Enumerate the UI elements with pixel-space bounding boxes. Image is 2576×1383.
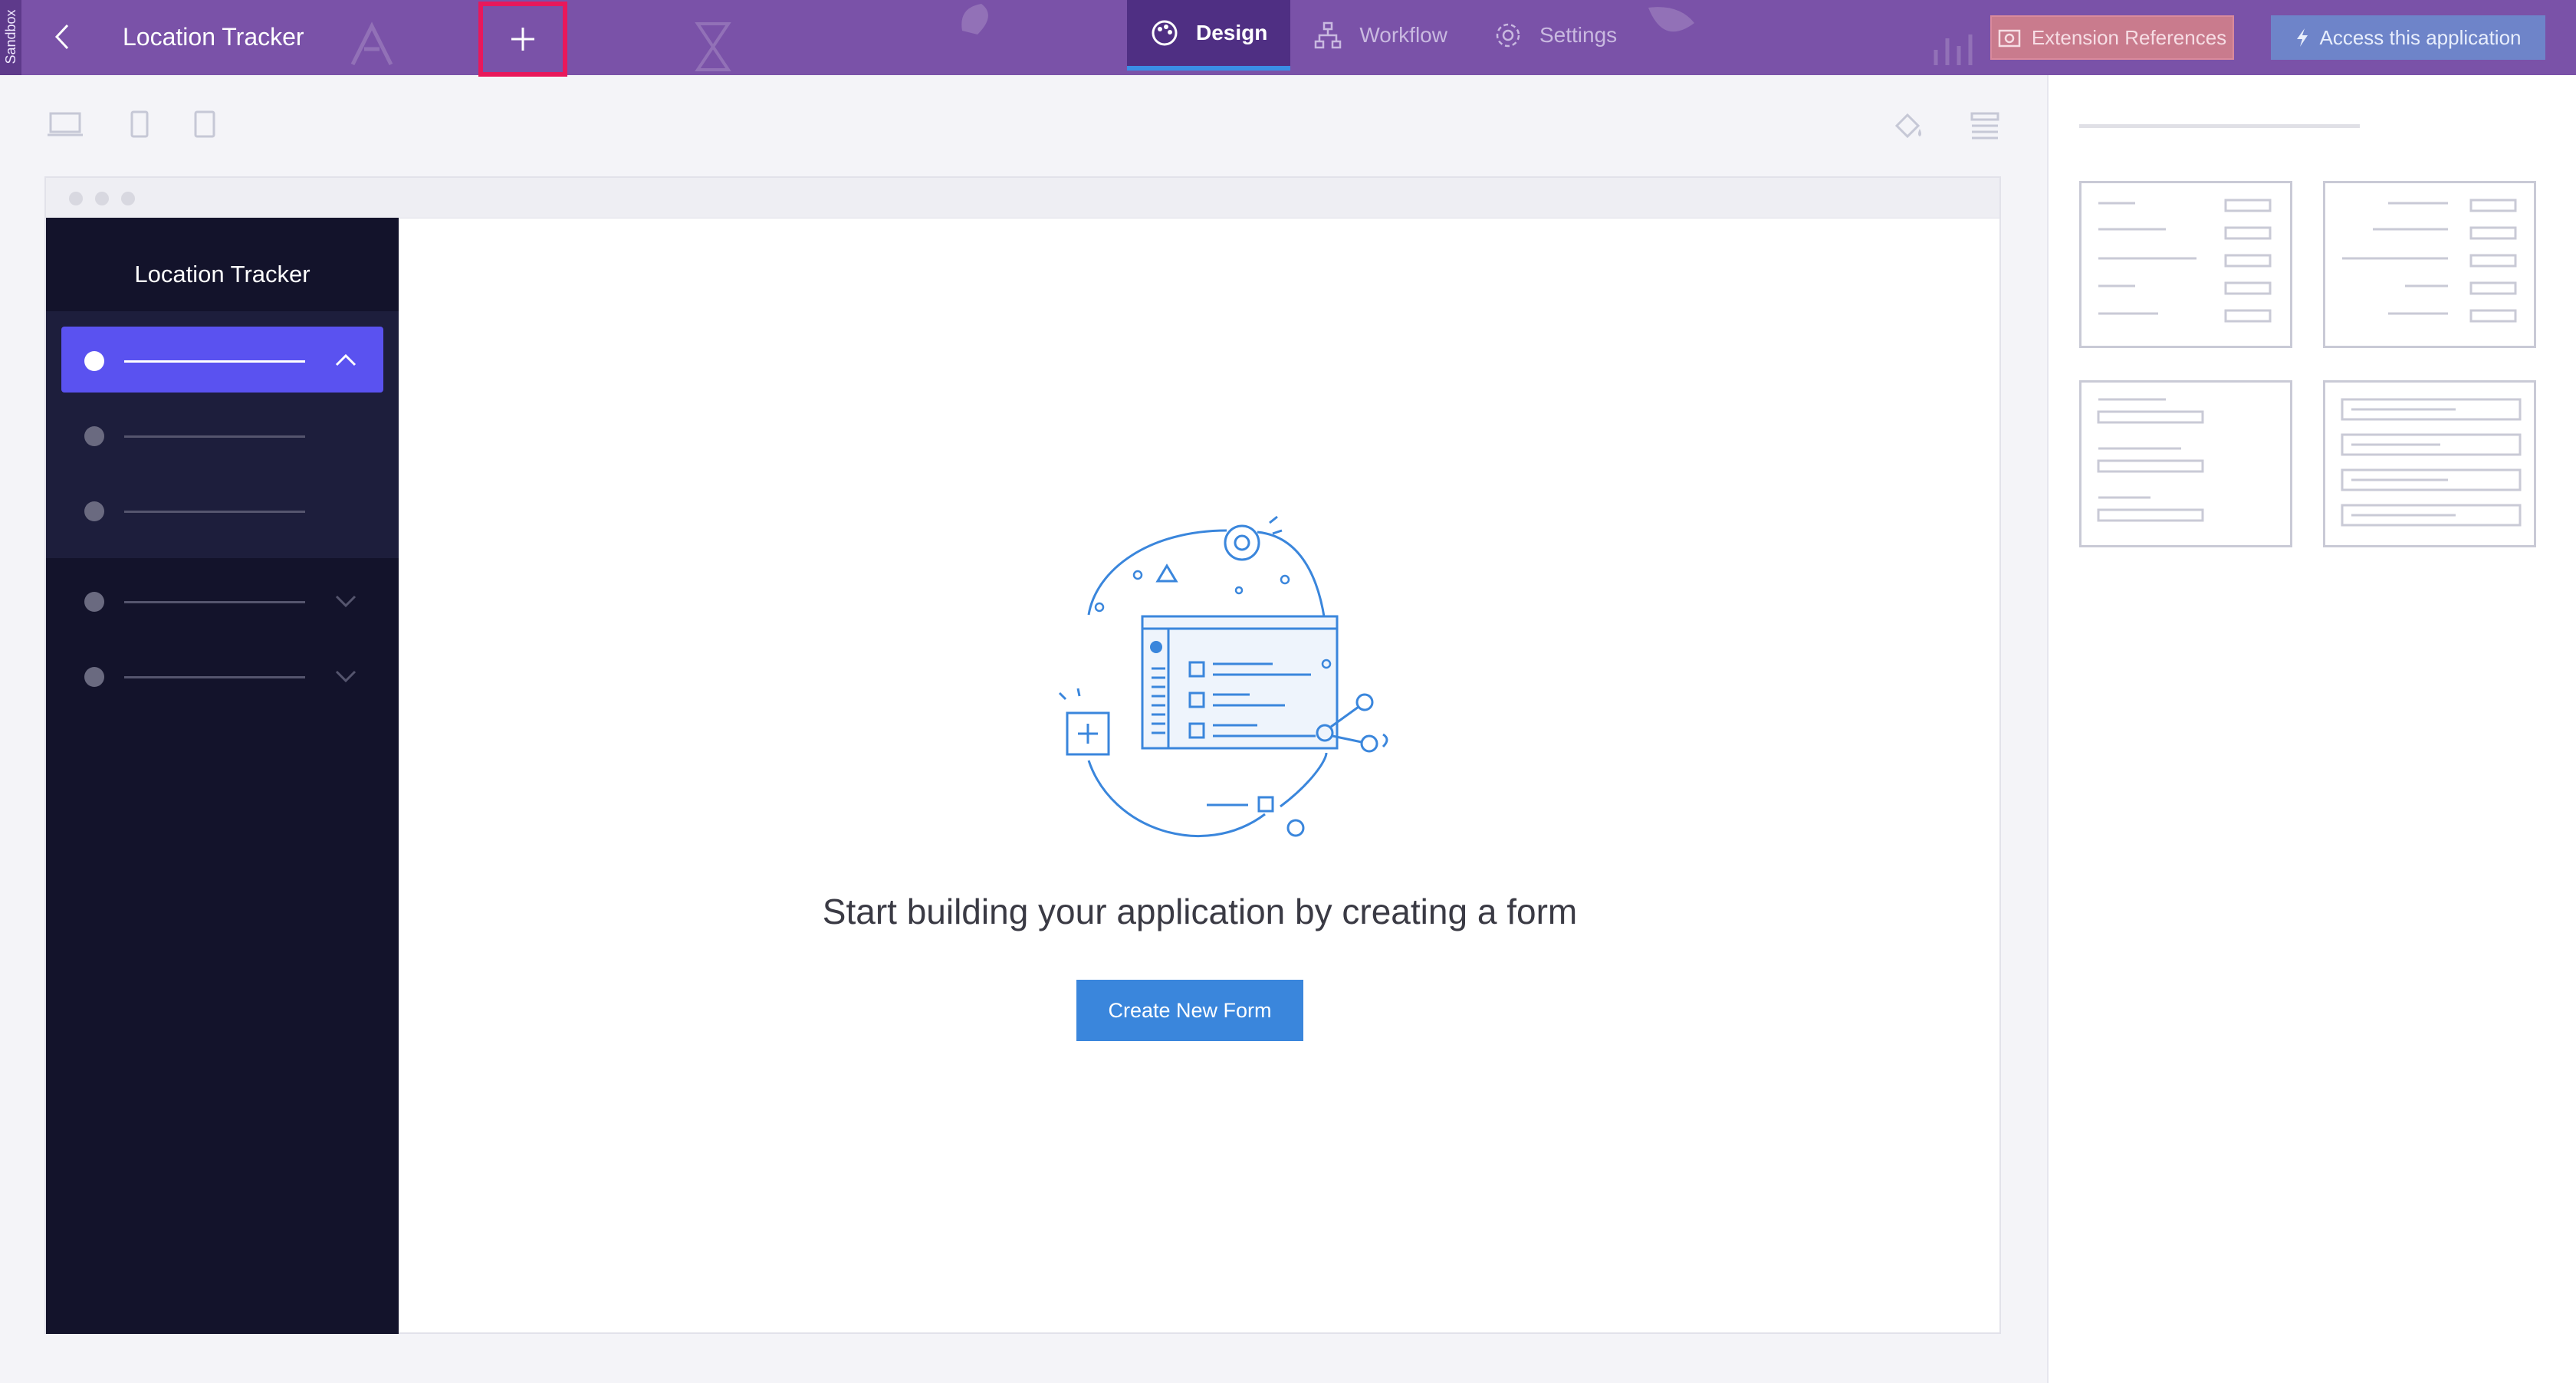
nav-placeholder-line bbox=[124, 601, 305, 603]
tab-workflow[interactable]: Workflow bbox=[1290, 0, 1470, 71]
layout-preview-thumbnail bbox=[2097, 398, 2204, 522]
palette-icon bbox=[1152, 20, 1178, 46]
create-new-form-button[interactable]: Create New Form bbox=[1076, 980, 1303, 1041]
extension-icon bbox=[1998, 29, 2021, 48]
nav-subitem[interactable] bbox=[61, 477, 383, 543]
gear-icon bbox=[1496, 23, 1520, 48]
panel-heading-placeholder bbox=[2079, 124, 2360, 128]
back-button[interactable] bbox=[46, 17, 78, 57]
extension-references-label: Extension References bbox=[2031, 25, 2227, 49]
decorative-shovel-icon bbox=[961, 4, 988, 34]
app-title: Location Tracker bbox=[123, 23, 304, 51]
nav-item[interactable] bbox=[61, 567, 383, 633]
app-preview-window: Location Tracker Start building your app… bbox=[44, 176, 2001, 1334]
chevron-down-icon bbox=[335, 595, 356, 608]
mobile-icon[interactable] bbox=[192, 109, 218, 140]
nav-bullet bbox=[84, 351, 104, 371]
lightning-icon bbox=[2297, 28, 2308, 47]
chevron-down-icon bbox=[335, 670, 356, 683]
tab-settings-label: Settings bbox=[1539, 23, 1618, 47]
layout-option-left-labels[interactable] bbox=[2079, 181, 2292, 348]
window-dot bbox=[69, 192, 83, 205]
main-tabs: Design Workflow Settings bbox=[1127, 0, 1640, 71]
layout-settings-icon[interactable] bbox=[1967, 109, 2003, 144]
chevron-up-icon bbox=[335, 353, 356, 366]
nav-bullet bbox=[84, 501, 104, 521]
preview-sidebar-title: Location Tracker bbox=[134, 261, 310, 287]
workflow-icon bbox=[1315, 21, 1342, 49]
empty-state-illustration bbox=[1058, 515, 1388, 838]
window-chrome bbox=[46, 178, 1999, 218]
tab-workflow-label: Workflow bbox=[1359, 23, 1447, 47]
nav-item-active[interactable] bbox=[61, 327, 383, 393]
layout-panel bbox=[2047, 75, 2576, 1383]
nav-bullet bbox=[84, 426, 104, 446]
sandbox-strip: Sandbox bbox=[0, 0, 21, 75]
nav-bullet bbox=[84, 667, 104, 687]
window-dot bbox=[95, 192, 109, 205]
layout-option-inline-labels[interactable] bbox=[2323, 380, 2536, 547]
paint-bucket-icon[interactable] bbox=[1891, 109, 1926, 144]
decorative-hourglass-icon bbox=[695, 22, 731, 71]
layout-preview-thumbnail bbox=[2342, 199, 2517, 323]
layout-option-top-labels[interactable] bbox=[2079, 380, 2292, 547]
decorative-chart-icon bbox=[1934, 34, 1973, 65]
nav-placeholder-line bbox=[124, 360, 305, 363]
window-dot bbox=[121, 192, 135, 205]
tab-settings[interactable]: Settings bbox=[1470, 0, 1640, 71]
nav-item[interactable] bbox=[61, 642, 383, 708]
layout-preview-thumbnail bbox=[2098, 199, 2272, 323]
layout-preview-thumbnail bbox=[2341, 398, 2522, 527]
preview-sidebar: Location Tracker bbox=[46, 218, 399, 1334]
tab-design-label: Design bbox=[1196, 21, 1268, 44]
access-application-button[interactable]: Access this application bbox=[2271, 15, 2545, 60]
top-bar: Sandbox Location Tracker Design Workflow… bbox=[0, 0, 2576, 77]
nav-group-expanded bbox=[46, 311, 399, 558]
layout-option-right-labels[interactable] bbox=[2323, 181, 2536, 348]
nav-subitem[interactable] bbox=[61, 402, 383, 468]
sandbox-label: Sandbox bbox=[3, 9, 18, 64]
decorative-guitar-icon bbox=[1648, 7, 1694, 32]
nav-placeholder-line bbox=[124, 435, 305, 438]
nav-placeholder-line bbox=[124, 676, 305, 678]
tab-design[interactable]: Design bbox=[1127, 0, 1291, 71]
nav-placeholder-line bbox=[124, 511, 305, 513]
empty-state-message: Start building your application by creat… bbox=[822, 892, 1578, 931]
desktop-icon[interactable] bbox=[46, 109, 84, 140]
nav-bullet bbox=[84, 592, 104, 612]
access-application-label: Access this application bbox=[2319, 25, 2522, 49]
add-form-button[interactable] bbox=[478, 2, 567, 77]
tablet-icon[interactable] bbox=[127, 109, 152, 140]
chevron-left-icon bbox=[54, 24, 69, 50]
decorative-doodle-icon bbox=[350, 21, 393, 66]
extension-references-button[interactable]: Extension References bbox=[1990, 15, 2234, 60]
plus-icon bbox=[511, 28, 534, 51]
